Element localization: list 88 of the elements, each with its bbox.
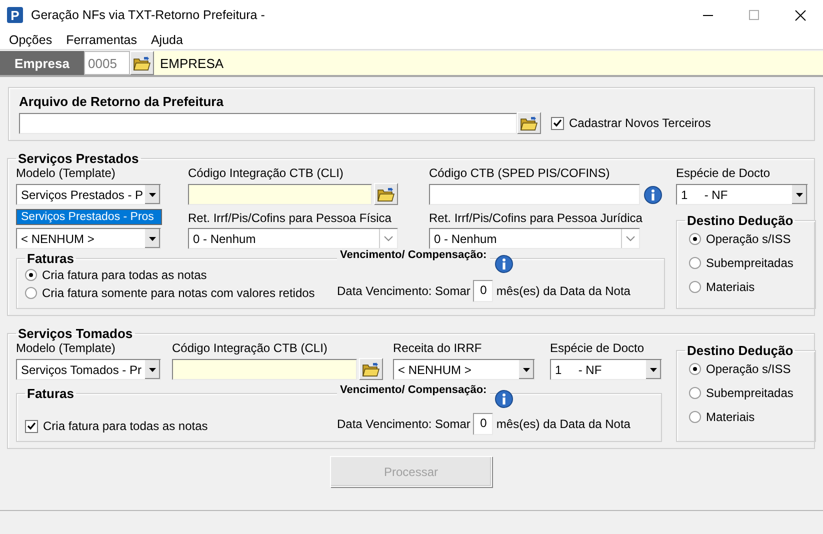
dropdown[interactable]: Serviços Prestados - P — [16, 184, 161, 205]
group-title: Destino Dedução — [686, 343, 794, 358]
field-label: Ret. Irrf/Pis/Cofins para Pessoa Física — [188, 210, 392, 227]
dropdown[interactable]: 0 - Nenhum — [429, 228, 640, 249]
option-label: Cria fatura para todas as notas — [43, 419, 208, 433]
empresa-label: Empresa — [0, 51, 84, 75]
code-field[interactable] — [172, 358, 357, 380]
group-title: Destino Dedução — [686, 213, 794, 228]
caret-icon — [796, 192, 803, 196]
option-label: Cria fatura somente para notas com valores retidos — [42, 286, 315, 300]
browse-button[interactable] — [130, 51, 154, 75]
maximize-icon — [749, 10, 759, 20]
folder-icon — [362, 362, 380, 376]
code-field[interactable] — [429, 184, 640, 205]
code-field[interactable] — [188, 184, 372, 204]
dropdown[interactable]: < NENHUM > — [393, 359, 535, 380]
field-label: Código Integração CTB (CLI) — [188, 166, 344, 182]
close-icon — [794, 10, 806, 20]
dropdown[interactable]: 0 - Nenhum — [188, 228, 398, 249]
field-label: Data Vencimento: Somar — [337, 417, 470, 431]
option-label: Materiais — [706, 410, 755, 424]
field-label: mês(es) da Data da Nota — [496, 417, 630, 431]
browse-button[interactable] — [374, 183, 398, 205]
caret-icon — [650, 368, 657, 372]
dropdown[interactable]: < NENHUM > — [16, 228, 161, 249]
folder-icon — [377, 186, 395, 202]
folder-icon — [133, 56, 151, 70]
radio-button[interactable] — [25, 287, 37, 299]
group-title: Serviços Tomados — [17, 326, 134, 341]
field-label: Código Integração CTB (CLI) — [172, 341, 328, 357]
field-label: Data Vencimento: Somar — [337, 284, 470, 298]
menu-item[interactable]: Ferramentas — [59, 32, 144, 46]
months-field[interactable]: 0 — [473, 280, 494, 302]
option-label: Materiais — [706, 280, 755, 294]
caret-icon — [523, 368, 530, 372]
radio-button[interactable] — [689, 257, 701, 269]
dropdown[interactable]: 1 - NF — [550, 359, 662, 380]
option-label: Subempreitadas — [706, 386, 794, 400]
field-label: Ret. Irrf/Pis/Cofins para Pessoa Jurídica — [429, 210, 644, 227]
file-path-field[interactable] — [19, 112, 517, 134]
checkbox-label: Cadastrar Novos Terceiros — [569, 116, 711, 130]
empresa-name-field[interactable]: EMPRESA — [154, 51, 823, 75]
vencimento-title: Vencimento/ Compensação: — [337, 384, 490, 396]
caret-icon — [149, 192, 156, 196]
option-label: Subempreitadas — [706, 256, 794, 270]
group-title: Faturas — [26, 251, 75, 266]
radio-button[interactable] — [25, 269, 37, 281]
dropdown[interactable]: Serviços Tomados - Pr — [16, 359, 161, 380]
caret-icon — [149, 236, 156, 240]
group-title: Serviços Prestados — [17, 151, 140, 166]
radio-button[interactable] — [689, 363, 701, 375]
vencimento-title: Vencimento/ Compensação: — [337, 249, 490, 261]
radio-button[interactable] — [689, 411, 701, 423]
radio-button[interactable] — [689, 233, 701, 245]
field-label: Código CTB (SPED PIS/COFINS) — [429, 166, 611, 182]
menu-item[interactable]: Opções — [2, 32, 60, 46]
window-title: Geração NFs via TXT-Retorno Prefeitura - — [31, 8, 266, 22]
info-icon[interactable] — [644, 186, 662, 204]
field-label: Espécie de Docto — [550, 341, 646, 357]
dropdown[interactable]: 1 - NF — [676, 184, 808, 205]
chevron-down-icon — [626, 236, 635, 242]
option-label: Operação s/ISS — [706, 362, 791, 376]
dropdown-option[interactable]: Serviços Prestados - Pros — [16, 209, 162, 225]
field-label: Modelo (Template) — [16, 341, 116, 357]
field-label: Modelo (Template) — [16, 166, 116, 182]
folder-icon — [520, 116, 538, 130]
browse-button[interactable] — [517, 112, 541, 134]
app-logo: P — [7, 7, 23, 23]
months-field[interactable]: 0 — [473, 413, 494, 435]
option-label: Operação s/ISS — [706, 232, 791, 246]
field-label: Receita do IRRF — [393, 341, 483, 357]
group-title: Faturas — [26, 386, 75, 401]
browse-button[interactable] — [359, 358, 383, 380]
radio-button[interactable] — [689, 281, 701, 293]
menu-item[interactable]: Ajuda — [144, 32, 190, 46]
radio-button[interactable] — [689, 387, 701, 399]
checkbox[interactable] — [551, 116, 564, 130]
empresa-code-field[interactable]: 0005 — [84, 51, 130, 75]
chevron-down-icon — [384, 236, 393, 242]
info-icon[interactable] — [494, 390, 513, 408]
checkbox[interactable] — [25, 420, 38, 432]
arquivo-title: Arquivo de Retorno da Prefeitura — [19, 94, 224, 109]
field-label: mês(es) da Data da Nota — [496, 284, 630, 298]
caret-icon — [149, 368, 156, 372]
option-label: Cria fatura para todas as notas — [42, 268, 207, 282]
minimize-icon — [703, 14, 713, 16]
info-icon[interactable] — [494, 255, 513, 273]
field-label: Espécie de Docto — [676, 166, 772, 182]
